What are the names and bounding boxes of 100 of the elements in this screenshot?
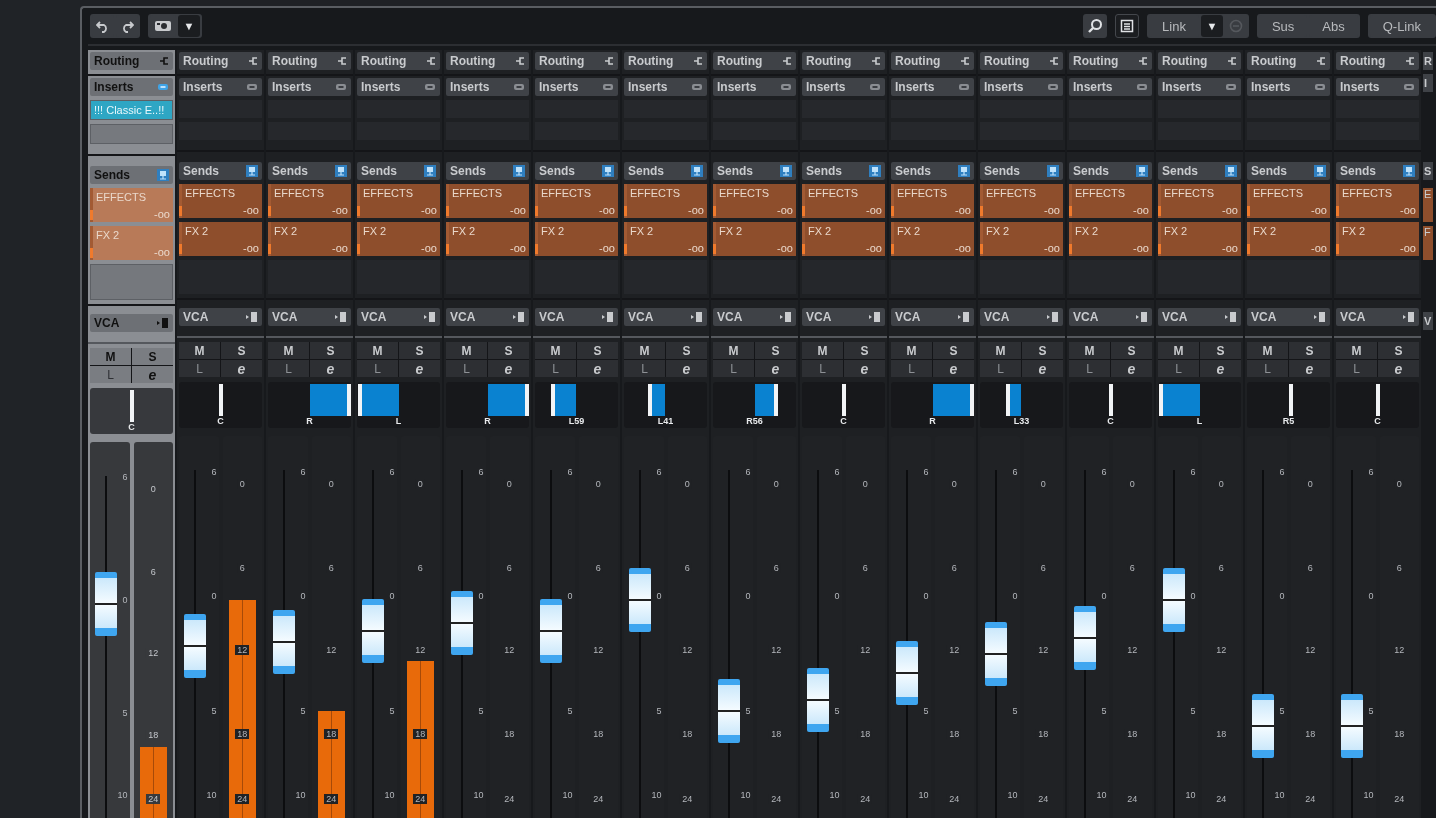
send-slot[interactable]: FX 2 -oo xyxy=(624,222,707,256)
mute-button[interactable]: M xyxy=(179,342,220,359)
inserts-toggle-icon[interactable] xyxy=(1136,82,1148,92)
send-slot[interactable]: FX 2 -oo xyxy=(1158,222,1241,256)
read-automation-button[interactable]: L xyxy=(980,360,1021,377)
send-slot[interactable]: FX 2 -oo xyxy=(980,222,1063,256)
solo-button[interactable]: S xyxy=(1022,342,1063,359)
send-slot[interactable]: E xyxy=(1423,188,1433,222)
solo-button[interactable]: S xyxy=(1200,342,1241,359)
pan-thumb[interactable] xyxy=(1158,384,1163,416)
send-slot[interactable]: EFFECTS -oo xyxy=(535,184,618,218)
pan-thumb[interactable] xyxy=(1375,384,1380,416)
pan-control[interactable]: L xyxy=(357,382,440,428)
fader-handle[interactable] xyxy=(985,621,1007,686)
send-slot[interactable]: FX 2 -oo xyxy=(179,222,262,256)
read-automation-button[interactable]: L xyxy=(535,360,576,377)
routing-button[interactable]: Routing xyxy=(891,52,974,70)
inserts-toggle-icon[interactable] xyxy=(691,82,703,92)
fader-handle[interactable] xyxy=(95,571,117,636)
solo-button[interactable]: S xyxy=(577,342,618,359)
vca-button[interactable]: VCA xyxy=(90,314,173,332)
read-automation-button[interactable]: L xyxy=(891,360,932,377)
pan-control[interactable]: C xyxy=(1069,382,1152,428)
inserts-toggle-icon[interactable] xyxy=(602,82,614,92)
send-slot[interactable]: EFFECTS -oo xyxy=(179,184,262,218)
mute-button[interactable]: M xyxy=(268,342,309,359)
edit-button[interactable]: e xyxy=(132,366,173,383)
read-automation-button[interactable]: L xyxy=(1247,360,1288,377)
solo-button[interactable]: S xyxy=(221,342,262,359)
send-slot[interactable]: EFFECTS -oo xyxy=(1247,184,1330,218)
pan-control[interactable]: L59 xyxy=(535,382,618,428)
read-automation-button[interactable]: L xyxy=(802,360,843,377)
read-automation-button[interactable]: L xyxy=(1069,360,1110,377)
send-slot[interactable]: EFFECTS -oo xyxy=(802,184,885,218)
fader-handle[interactable] xyxy=(1341,694,1363,759)
vca-button[interactable]: VCA xyxy=(980,308,1063,326)
fader-handle[interactable] xyxy=(184,614,206,679)
pan-thumb[interactable] xyxy=(129,390,134,422)
mute-button[interactable]: M xyxy=(1069,342,1110,359)
solo-button[interactable]: S xyxy=(310,342,351,359)
mute-button[interactable]: M xyxy=(1158,342,1199,359)
edit-button[interactable]: e xyxy=(1378,360,1419,377)
inserts-button[interactable]: Inserts xyxy=(891,78,974,96)
edit-button[interactable]: e xyxy=(755,360,796,377)
mute-button[interactable]: M xyxy=(624,342,665,359)
vca-button[interactable]: VCA xyxy=(1069,308,1152,326)
routing-button[interactable]: Routing xyxy=(1158,52,1241,70)
edit-button[interactable]: e xyxy=(844,360,885,377)
send-slot[interactable]: FX 2 -oo xyxy=(713,222,796,256)
mute-button[interactable]: M xyxy=(357,342,398,359)
inserts-toggle-icon[interactable] xyxy=(335,82,347,92)
vca-button[interactable]: VCA xyxy=(1336,308,1419,326)
send-slot[interactable]: EFFECTS -oo xyxy=(1158,184,1241,218)
inserts-toggle-icon[interactable] xyxy=(1403,82,1415,92)
fader-handle[interactable] xyxy=(1163,568,1185,633)
edit-button[interactable]: e xyxy=(1200,360,1241,377)
inserts-button[interactable]: Inserts xyxy=(535,78,618,96)
fader-handle[interactable] xyxy=(896,640,918,705)
routing-button[interactable]: R xyxy=(1423,52,1433,70)
sends-button[interactable]: Sends xyxy=(1069,162,1152,180)
read-automation-button[interactable]: L xyxy=(446,360,487,377)
vca-button[interactable]: VCA xyxy=(268,308,351,326)
routing-button[interactable]: Routing xyxy=(535,52,618,70)
edit-button[interactable]: e xyxy=(1289,360,1330,377)
pan-control[interactable]: R xyxy=(446,382,529,428)
read-automation-button[interactable]: L xyxy=(1158,360,1199,377)
sends-button[interactable]: Sends xyxy=(179,162,262,180)
inserts-button[interactable]: Inserts xyxy=(802,78,885,96)
inserts-button[interactable]: Inserts xyxy=(179,78,262,96)
send-slot[interactable]: EFFECTS -oo xyxy=(357,184,440,218)
send-slot[interactable]: F xyxy=(1423,226,1433,260)
pan-thumb[interactable] xyxy=(1288,384,1293,416)
send-slot[interactable]: EFFECTS -oo xyxy=(1069,184,1152,218)
inserts-toggle-icon[interactable] xyxy=(780,82,792,92)
pan-thumb[interactable] xyxy=(357,384,362,416)
routing-button[interactable]: Routing xyxy=(1336,52,1419,70)
vca-button[interactable]: VCA xyxy=(713,308,796,326)
pan-thumb[interactable] xyxy=(774,384,779,416)
vca-button[interactable]: VCA xyxy=(624,308,707,326)
routing-button[interactable]: Routing xyxy=(624,52,707,70)
solo-button[interactable]: S xyxy=(933,342,974,359)
send-slot[interactable]: FX 2 -oo xyxy=(891,222,974,256)
edit-button[interactable]: e xyxy=(310,360,351,377)
inserts-toggle-icon[interactable] xyxy=(958,82,970,92)
send-slot[interactable]: EFFECTS -oo xyxy=(268,184,351,218)
inserts-button[interactable]: Inserts xyxy=(624,78,707,96)
sends-button[interactable]: Sends xyxy=(624,162,707,180)
inserts-toggle-icon[interactable] xyxy=(424,82,436,92)
send-slot[interactable]: FX 2 -oo xyxy=(446,222,529,256)
inserts-toggle-icon[interactable] xyxy=(157,82,169,92)
mute-button[interactable]: M xyxy=(713,342,754,359)
solo-button[interactable]: S xyxy=(666,342,707,359)
solo-button[interactable]: S xyxy=(755,342,796,359)
routing-button[interactable]: Routing xyxy=(446,52,529,70)
routing-button[interactable]: Routing xyxy=(357,52,440,70)
vca-button[interactable]: VCA xyxy=(891,308,974,326)
vca-button[interactable]: VCA xyxy=(802,308,885,326)
solo-button[interactable]: S xyxy=(1378,342,1419,359)
mute-button[interactable]: M xyxy=(535,342,576,359)
vca-button[interactable]: VCA xyxy=(446,308,529,326)
